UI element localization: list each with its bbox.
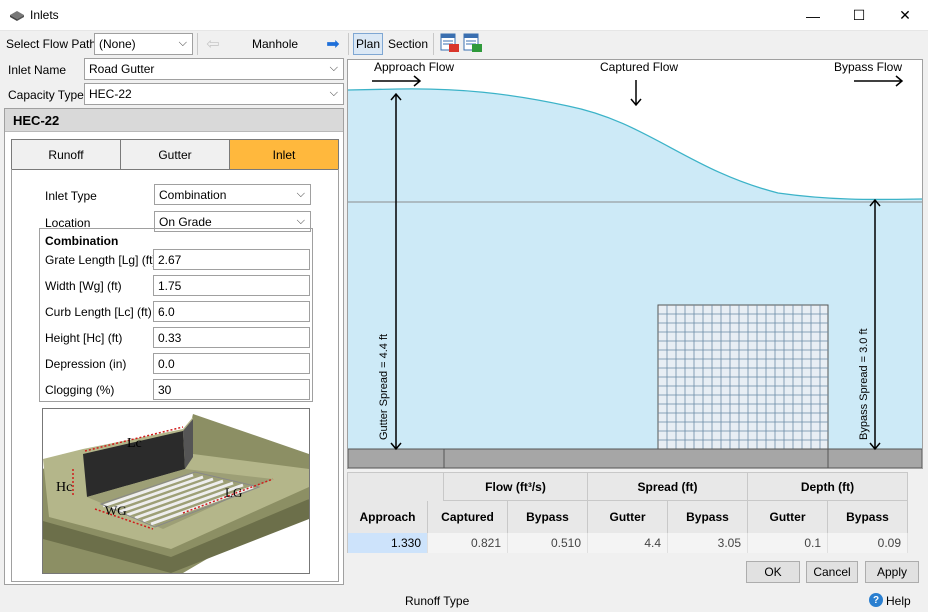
curb-length-label: Curb Length [Lc] (ft): [45, 305, 152, 319]
plan-view-plot: Approach Flow Captured Flow Bypass Flow …: [347, 59, 923, 469]
grate-length-label: Grate Length [Lg] (ft): [45, 253, 157, 267]
clogging-label: Clogging (%): [45, 383, 115, 397]
back-arrow-icon[interactable]: ⇦: [202, 33, 224, 55]
clogging-field[interactable]: 30: [153, 379, 310, 400]
depression-label: Depression (in): [45, 357, 127, 371]
plan-view-button[interactable]: Plan: [353, 33, 383, 55]
curb-length-field[interactable]: 6.0: [153, 301, 310, 322]
help-link[interactable]: Help: [886, 594, 911, 608]
grate: [657, 304, 829, 452]
bypass-flow-arrow: [854, 75, 904, 87]
group-header-flow: Flow (ft³/s): [444, 473, 588, 501]
tab-gutter[interactable]: Gutter: [120, 139, 230, 170]
bypass-flow-label: Bypass Flow: [834, 60, 902, 74]
flow-path-label: Select Flow Path: [6, 37, 97, 51]
water-spread-area: [348, 88, 922, 450]
ok-button[interactable]: OK: [746, 561, 800, 583]
captured-flow-arrow: [630, 80, 642, 107]
plan-view-canvas: Approach Flow Captured Flow Bypass Flow …: [347, 60, 923, 469]
col-header-approach: Approach: [348, 501, 428, 533]
table-corner: [348, 473, 444, 501]
results-table: Flow (ft³/s) Spread (ft) Depth (ft) Appr…: [347, 472, 908, 553]
inlet-name-label: Inlet Name: [8, 63, 67, 77]
inlet-name-value: Road Gutter: [89, 62, 155, 76]
capacity-type-select[interactable]: HEC-22 ⌵: [84, 83, 344, 105]
col-header-depth-bypass: Bypass: [828, 501, 908, 533]
captured-flow-label: Captured Flow: [600, 60, 678, 74]
flow-path-select[interactable]: (None) ⌵: [94, 33, 193, 55]
bypass-spread-label: Bypass Spread = 3.0 ft: [858, 328, 870, 440]
section-view-button[interactable]: Section: [387, 33, 429, 55]
group-header-depth: Depth (ft): [748, 473, 908, 501]
curb-strip: [347, 448, 923, 469]
panel-heading: HEC-22: [5, 109, 343, 132]
close-button[interactable]: ✕: [882, 0, 928, 31]
toolbar-separator: [433, 33, 434, 55]
combination-group: Combination Grate Length [Lg] (ft) 2.67 …: [39, 228, 313, 402]
col-header-flow-bypass: Bypass: [508, 501, 588, 533]
cell-spread-gutter[interactable]: 4.4: [588, 533, 668, 553]
width-label: Width [Wg] (ft): [45, 279, 122, 293]
location-value: On Grade: [159, 214, 212, 229]
gutter-spread-label: Gutter Spread = 4.4 ft: [378, 334, 390, 440]
capacity-type-value: HEC-22: [89, 87, 132, 101]
toolbar-separator: [348, 33, 349, 55]
maximize-button[interactable]: ☐: [836, 0, 882, 31]
chevron-down-icon: ⌵: [296, 188, 305, 200]
chevron-down-icon: ⌵: [178, 37, 187, 49]
height-field[interactable]: 0.33: [153, 327, 310, 348]
approach-flow-label: Approach Flow: [374, 60, 454, 74]
chevron-down-icon: ⌵: [329, 87, 338, 99]
apply-button[interactable]: Apply: [865, 561, 919, 583]
wg-label: WG: [105, 503, 127, 518]
inlet-type-value: Combination: [159, 187, 227, 202]
group-header-spread: Spread (ft): [588, 473, 748, 501]
cell-approach[interactable]: 1.330: [348, 533, 428, 553]
inlet-name-select[interactable]: Road Gutter ⌵: [84, 58, 344, 80]
hec22-panel: HEC-22 Runoff Gutter Inlet Inlet Type Co…: [4, 108, 344, 585]
col-header-captured: Captured: [428, 501, 508, 533]
status-text: Runoff Type: [405, 594, 470, 608]
lc-label: Lc: [127, 436, 142, 451]
cell-captured[interactable]: 0.821: [428, 533, 508, 553]
inlet-type-select[interactable]: Combination ⌵: [154, 184, 311, 205]
cancel-button[interactable]: Cancel: [806, 561, 858, 583]
export-table-icon[interactable]: [463, 33, 483, 53]
cell-spread-bypass[interactable]: 3.05: [668, 533, 748, 553]
approach-flow-arrow: [372, 75, 422, 87]
title-bar: Inlets — ☐ ✕: [0, 0, 928, 31]
col-header-depth-gutter: Gutter: [748, 501, 828, 533]
grate-length-field[interactable]: 2.67: [153, 249, 310, 270]
lg-label: LG: [225, 485, 242, 500]
forward-arrow-icon[interactable]: ➡: [322, 33, 344, 55]
width-field[interactable]: 1.75: [153, 275, 310, 296]
flow-path-value: (None): [99, 37, 136, 51]
depression-field[interactable]: 0.0: [153, 353, 310, 374]
col-header-spread-bypass: Bypass: [668, 501, 748, 533]
chevron-down-icon: ⌵: [329, 62, 338, 74]
combination-inlet-illustration: Lc Hc WG LG: [43, 414, 309, 573]
cell-flow-bypass[interactable]: 0.510: [508, 533, 588, 553]
tab-inlet[interactable]: Inlet: [229, 139, 339, 170]
cell-depth-bypass[interactable]: 0.09: [828, 533, 908, 553]
export-report-icon[interactable]: [440, 33, 460, 53]
tab-runoff[interactable]: Runoff: [11, 139, 121, 170]
inlet-diagram: Lc Hc WG LG: [42, 408, 310, 574]
inlet-type-label: Inlet Type: [45, 189, 97, 203]
help-icon[interactable]: ?: [869, 593, 883, 607]
current-node-label: Manhole: [252, 37, 299, 51]
toolbar-separator: [197, 33, 198, 55]
inlet-app-icon: [10, 11, 24, 21]
group-title: Combination: [45, 234, 119, 248]
col-header-spread-gutter: Gutter: [588, 501, 668, 533]
capacity-type-label: Capacity Type: [8, 88, 84, 102]
hc-label: Hc: [56, 480, 72, 495]
window-title: Inlets: [30, 8, 59, 22]
chevron-down-icon: ⌵: [296, 215, 305, 227]
minimize-button[interactable]: —: [790, 0, 836, 31]
cell-depth-gutter[interactable]: 0.1: [748, 533, 828, 553]
height-label: Height [Hc] (ft): [45, 331, 123, 345]
